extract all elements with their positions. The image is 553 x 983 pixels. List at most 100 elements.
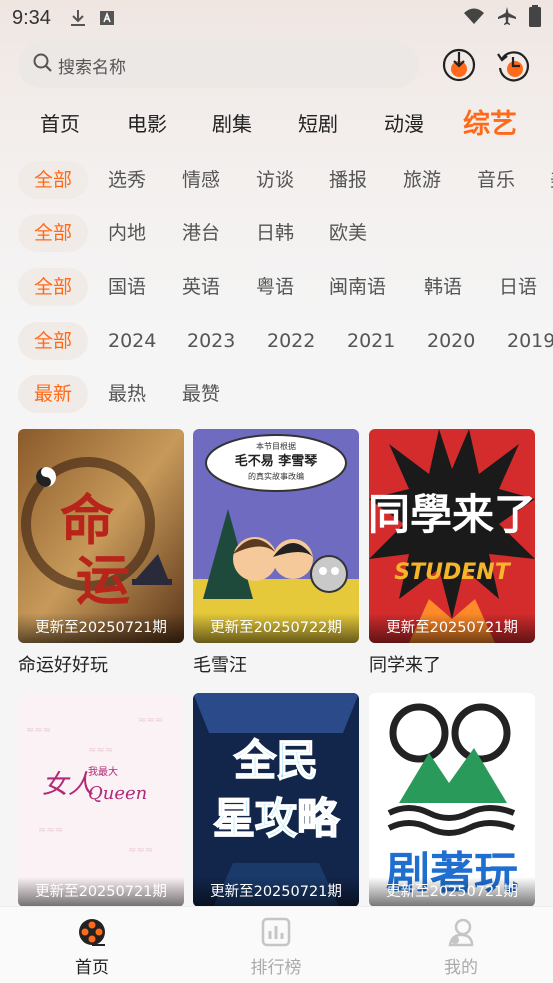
search-icon	[32, 52, 58, 79]
svg-text:命: 命	[60, 488, 114, 552]
filter-region-row: 全部 内地 港台 日韩 欧美	[0, 214, 553, 254]
nav-profile-label: 我的	[444, 958, 478, 978]
filter-region-euus[interactable]: 欧美	[313, 214, 383, 252]
filter-lang-cantonese[interactable]: 粤语	[240, 268, 310, 306]
update-label: 更新至20250721期	[18, 613, 184, 643]
tab-variety[interactable]: 综艺	[463, 102, 517, 141]
chart-icon	[261, 917, 291, 947]
filter-year-all[interactable]: 全部	[18, 322, 89, 360]
status-time: 9:34	[12, 6, 51, 29]
program-card[interactable]: 本节目根据 毛不易 李雪琴 的真实故事改编 更新至20250722期 毛雪汪	[193, 429, 359, 677]
poster-image: ≈≈≈ ≈≈≈ ≈≈≈ ≈≈≈ ≈≈≈ 我最大 女人 Queen 更新至2025072…	[18, 693, 184, 907]
history-icon	[497, 51, 529, 82]
card-title: 同学来了	[369, 655, 441, 676]
nav-profile[interactable]: 我的	[421, 917, 501, 978]
update-label: 更新至20250721期	[18, 877, 184, 907]
program-card[interactable]: ≈≈≈ ≈≈≈ ≈≈≈ ≈≈≈ ≈≈≈ 我最大 女人 Queen 更新至2025072…	[18, 693, 184, 907]
program-card[interactable]: 全民 星攻略 更新至20250721期	[193, 693, 359, 907]
sort-hottest[interactable]: 最热	[92, 375, 162, 413]
svg-text:≈≈≈: ≈≈≈	[88, 745, 113, 756]
svg-text:运: 运	[76, 548, 130, 612]
search-placeholder: 搜索名称	[58, 57, 126, 78]
card-title: 命运好好玩	[18, 655, 108, 676]
program-card[interactable]: 同學来了 STUDENT 更新至20250721期 同学来了	[369, 429, 535, 677]
filter-type-more[interactable]: 美	[534, 161, 553, 199]
filter-year-2021[interactable]: 2021	[331, 322, 411, 360]
tab-home[interactable]: 首页	[40, 108, 80, 137]
poster-text: STUDENT	[394, 560, 511, 585]
filter-type-travel[interactable]: 旅游	[387, 161, 457, 199]
poster-text: 同學来了	[369, 490, 535, 539]
program-card[interactable]: 命 运 更新至20250721期 命运好好玩	[18, 429, 184, 677]
filter-type-music[interactable]: 音乐	[461, 161, 531, 199]
filter-year-2022[interactable]: 2022	[251, 322, 331, 360]
poster-text: 女人	[42, 770, 94, 800]
tab-anime[interactable]: 动漫	[384, 108, 424, 137]
status-bar: 9:34	[0, 0, 553, 36]
filter-language-row: 全部 国语 英语 粤语 闽南语 韩语 日语	[0, 268, 553, 308]
svg-text:≈≈≈: ≈≈≈	[38, 825, 63, 836]
download-icon	[69, 9, 87, 27]
filter-lang-mandarin[interactable]: 国语	[92, 268, 162, 306]
poster-image: 全民 星攻略 更新至20250721期	[193, 693, 359, 907]
program-card[interactable]: 剧著玩 更新至20250721期	[369, 693, 535, 907]
poster-text: Queen	[88, 783, 147, 804]
search-bar[interactable]: 搜索名称	[18, 42, 419, 88]
tab-short-drama[interactable]: 短剧	[298, 108, 338, 137]
bottom-navigation: 首页 排行榜 我的	[0, 906, 553, 983]
user-icon	[448, 918, 474, 947]
update-label: 更新至20250721期	[369, 877, 535, 907]
poster-image: 本节目根据 毛不易 李雪琴 的真实故事改编 更新至20250722期	[193, 429, 359, 643]
poster-text: 的真实故事改编	[248, 471, 304, 481]
battery-icon	[529, 4, 541, 32]
filter-lang-hokkien[interactable]: 闽南语	[313, 268, 402, 306]
filter-type-all[interactable]: 全部	[18, 161, 89, 199]
svg-text:≈≈≈: ≈≈≈	[138, 715, 163, 726]
poster-text: 毛不易 李雪琴	[235, 453, 319, 469]
nav-ranking-label: 排行榜	[250, 958, 302, 978]
download-icon	[442, 48, 476, 82]
poster-text: 星攻略	[213, 794, 340, 843]
update-label: 更新至20250721期	[193, 877, 359, 907]
nav-home[interactable]: 首页	[52, 917, 132, 978]
filter-region-mainland[interactable]: 内地	[92, 214, 162, 252]
tab-series[interactable]: 剧集	[212, 108, 252, 137]
filter-type-interview[interactable]: 访谈	[240, 161, 310, 199]
poster-image: 剧著玩 更新至20250721期	[369, 693, 535, 907]
filter-year-2024[interactable]: 2024	[92, 322, 172, 360]
poster-image: 同學来了 STUDENT 更新至20250721期	[369, 429, 535, 643]
filter-region-hktw[interactable]: 港台	[166, 214, 236, 252]
card-title: 毛雪汪	[193, 655, 247, 676]
filter-sort-row: 最新 最热 最赞	[0, 375, 553, 415]
filter-year-2020[interactable]: 2020	[411, 322, 491, 360]
sort-latest[interactable]: 最新	[18, 375, 89, 413]
filter-year-2019[interactable]: 2019	[491, 322, 553, 360]
filter-type-broadcast[interactable]: 播报	[313, 161, 383, 199]
nav-ranking[interactable]: 排行榜	[236, 917, 316, 978]
sort-most-liked[interactable]: 最赞	[166, 375, 236, 413]
poster-text: 本节目根据	[256, 441, 296, 451]
filter-lang-english[interactable]: 英语	[166, 268, 236, 306]
history-button[interactable]	[494, 46, 532, 84]
filter-lang-korean[interactable]: 韩语	[408, 268, 478, 306]
filter-year-2023[interactable]: 2023	[171, 322, 251, 360]
filter-region-jpkr[interactable]: 日韩	[240, 214, 310, 252]
svg-text:≈≈≈: ≈≈≈	[26, 725, 51, 736]
wifi-icon	[463, 7, 485, 30]
poster-image: 命 运 更新至20250721期	[18, 429, 184, 643]
filter-type-romance[interactable]: 情感	[166, 161, 236, 199]
category-tabs: 首页 电影 剧集 短剧 动漫 综艺	[0, 96, 553, 144]
filter-lang-japanese[interactable]: 日语	[483, 268, 553, 306]
nav-home-label: 首页	[75, 958, 109, 978]
filter-lang-all[interactable]: 全部	[18, 268, 89, 306]
filter-year-row: 全部 2024 2023 2022 2021 2020 2019	[0, 322, 553, 362]
update-label: 更新至20250721期	[369, 613, 535, 643]
tab-movie[interactable]: 电影	[127, 108, 167, 137]
download-button[interactable]	[440, 46, 478, 84]
search-row: 搜索名称	[18, 42, 538, 88]
film-reel-icon	[79, 919, 105, 946]
filter-type-talent[interactable]: 选秀	[92, 161, 162, 199]
filter-region-all[interactable]: 全部	[18, 214, 89, 252]
airplane-icon	[497, 6, 517, 31]
svg-text:≈≈≈: ≈≈≈	[128, 845, 153, 856]
